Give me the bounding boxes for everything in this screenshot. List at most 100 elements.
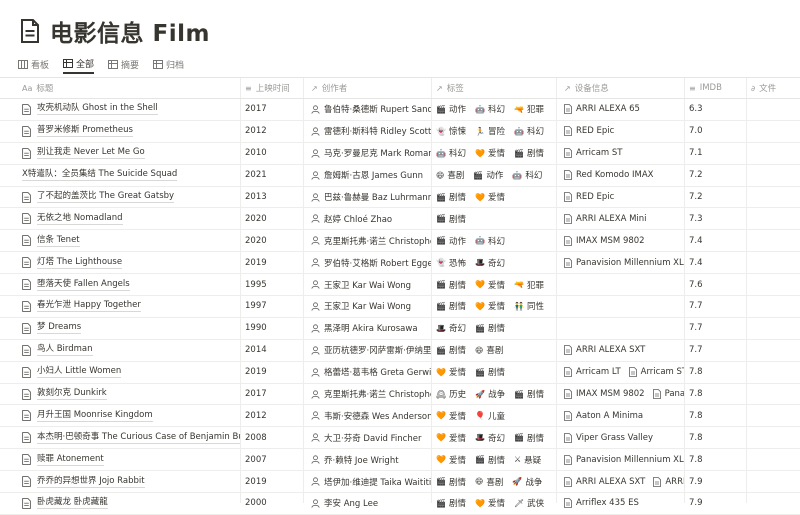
column-header-tags[interactable]: ↗ 标签 xyxy=(431,78,556,99)
creator-name[interactable]: 罗伯特·艾格斯 Robert Eggers xyxy=(324,257,431,269)
imdb-cell[interactable]: 7.4 xyxy=(684,252,746,273)
title-cell[interactable]: X特遣队：全员集结 The Suicide Squad xyxy=(0,165,240,186)
tag-chip[interactable]: 🤖 科幻 xyxy=(475,103,505,116)
tags-cell[interactable]: 🎬 剧情 😄 喜剧 xyxy=(431,340,556,361)
tags-cell[interactable]: 🎬 剧情 🧡 爱情 xyxy=(431,187,556,208)
tags-cell[interactable]: 👻 惊悚 🏃 冒险 🤖 科幻 xyxy=(431,121,556,142)
film-title[interactable]: 攻壳机动队 Ghost in the Shell xyxy=(37,103,158,116)
tag-chip[interactable]: 🏃 冒险 xyxy=(475,125,505,138)
tab-summary[interactable]: 摘要 xyxy=(108,55,139,73)
table-row[interactable]: 敦刻尔克 Dunkirk 2017 克里斯托弗·诺兰 Christopher Nol… xyxy=(0,384,800,406)
creator-name[interactable]: 黑泽明 Akira Kurosawa xyxy=(324,322,418,334)
tags-cell[interactable]: 🎬 剧情 🧡 爱情 🔫 犯罪 xyxy=(431,274,556,295)
device-link[interactable]: IMAX MSM 9802 xyxy=(564,389,645,399)
device-cell[interactable]: Panavision Millennium XL2 xyxy=(556,449,684,470)
tag-chip[interactable]: 🕰 历史 xyxy=(436,388,466,401)
device-link[interactable]: ARRI ALEXA Mini xyxy=(564,214,647,224)
tags-cell[interactable]: 🎬 剧情 😄 喜剧 🚀 战争 xyxy=(431,471,556,492)
year-cell[interactable]: 2019 xyxy=(240,362,303,383)
imdb-cell[interactable]: 7.8 xyxy=(684,449,746,470)
imdb-cell[interactable]: 7.7 xyxy=(684,318,746,339)
tag-chip[interactable]: 🎬 动作 xyxy=(436,235,466,247)
creator-name[interactable]: 克里斯托弗·诺兰 Christopher Nolan xyxy=(324,235,431,247)
file-cell[interactable] xyxy=(746,121,800,142)
imdb-cell[interactable]: 7.3 xyxy=(684,208,746,229)
table-row[interactable]: 鸟人 Birdman 2014 亚历杭德罗·冈萨雷斯·伊纳里图 🎬 剧情 😄 喜剧 ARRI … xyxy=(0,340,800,362)
tag-chip[interactable]: 🎬 剧情 xyxy=(436,300,466,313)
film-title[interactable]: 乔乔的异想世界 Jojo Rabbit xyxy=(37,476,145,488)
tags-cell[interactable]: 🧡 爱情 🎬 剧情 ⚔ 悬疑 xyxy=(431,449,556,470)
creator-name[interactable]: 大卫·芬奇 David Fincher xyxy=(324,432,421,444)
device-cell[interactable] xyxy=(556,274,684,295)
film-title[interactable]: 月升王国 Moonrise Kingdom xyxy=(37,410,153,422)
tag-chip[interactable]: 🎩 奇幻 xyxy=(436,322,466,335)
title-cell[interactable]: 月升王国 Moonrise Kingdom xyxy=(0,405,240,426)
creator-name[interactable]: 马克·罗曼尼克 Mark Romanek xyxy=(324,147,431,159)
file-cell[interactable] xyxy=(746,405,800,426)
creator-cell[interactable]: 黑泽明 Akira Kurosawa xyxy=(303,318,431,339)
tags-cell[interactable]: 🎩 奇幻 🎬 剧情 xyxy=(431,318,556,339)
creator-cell[interactable]: 罗伯特·艾格斯 Robert Eggers xyxy=(303,252,431,273)
device-cell[interactable]: Aaton A Minima xyxy=(556,405,684,426)
year-cell[interactable]: 2020 xyxy=(240,230,303,251)
file-cell[interactable] xyxy=(746,274,800,295)
imdb-cell[interactable]: 6.3 xyxy=(684,99,746,120)
tags-cell[interactable]: 😄 喜剧 🎬 动作 🤖 科幻 xyxy=(431,165,556,186)
device-link[interactable]: ARRI ALEXA 65 xyxy=(564,104,640,114)
film-title[interactable]: 鸟人 Birdman xyxy=(37,344,93,357)
device-cell[interactable]: ARRI ALEXA Mini xyxy=(556,208,684,229)
file-cell[interactable] xyxy=(746,208,800,229)
file-cell[interactable] xyxy=(746,296,800,317)
imdb-cell[interactable]: 7.9 xyxy=(684,471,746,492)
tag-chip[interactable]: 🗡 武侠 xyxy=(514,497,544,510)
creator-name[interactable]: 雷德利·斯科特 Ridley Scott xyxy=(324,125,431,137)
creator-cell[interactable]: 巴兹·鲁赫曼 Baz Luhrmann xyxy=(303,187,431,208)
creator-name[interactable]: 李安 Ang Lee xyxy=(324,497,378,509)
tag-chip[interactable]: 🧡 爱情 xyxy=(436,366,466,379)
title-cell[interactable]: 梦 Dreams xyxy=(0,318,240,339)
device-link[interactable]: Arricam ST xyxy=(628,367,684,377)
creator-name[interactable]: 王家卫 Kar Wai Wong xyxy=(324,279,411,291)
tag-chip[interactable]: 👻 惊悚 xyxy=(436,125,466,138)
tag-chip[interactable]: 🎬 剧情 xyxy=(436,344,466,357)
tag-chip[interactable]: 🧡 爱情 xyxy=(475,191,505,204)
file-cell[interactable] xyxy=(746,427,800,448)
imdb-cell[interactable]: 7.2 xyxy=(684,165,746,186)
file-cell[interactable] xyxy=(746,471,800,492)
table-row[interactable]: 春光乍泄 Happy Together 1997 王家卫 Kar Wai Wong 🎬… xyxy=(0,296,800,318)
tag-chip[interactable]: 🤖 科幻 xyxy=(475,235,505,247)
film-title[interactable]: 春光乍泄 Happy Together xyxy=(37,300,141,313)
creator-name[interactable]: 王家卫 Kar Wai Wong xyxy=(324,300,411,312)
creator-name[interactable]: 巴兹·鲁赫曼 Baz Luhrmann xyxy=(324,191,431,203)
device-link[interactable]: Panavision Millennium XL2 xyxy=(564,258,684,268)
tag-chip[interactable]: 🎬 剧情 xyxy=(436,191,466,204)
year-cell[interactable]: 2007 xyxy=(240,449,303,470)
tags-cell[interactable]: 🎬 动作 🤖 科幻 xyxy=(431,230,556,251)
file-cell[interactable] xyxy=(746,230,800,251)
title-cell[interactable]: 小妇人 Little Women xyxy=(0,362,240,383)
tag-chip[interactable]: 🧡 爱情 xyxy=(475,497,505,510)
title-cell[interactable]: 别让我走 Never Let Me Go xyxy=(0,143,240,164)
title-cell[interactable]: 信条 Tenet xyxy=(0,230,240,251)
file-cell[interactable] xyxy=(746,384,800,405)
table-row[interactable]: 信条 Tenet2020克里斯托弗·诺兰 Christopher Nolan🎬动… xyxy=(0,230,800,253)
year-cell[interactable]: 2019 xyxy=(240,252,303,273)
tags-cell[interactable]: 🧡 爱情 🎩 奇幻 🎬 剧情 xyxy=(431,427,556,448)
year-cell[interactable]: 2000 xyxy=(240,493,303,514)
title-cell[interactable]: 攻壳机动队 Ghost in the Shell xyxy=(0,99,240,120)
tag-chip[interactable]: 👬 同性 xyxy=(514,300,544,313)
device-link[interactable]: Aaton A Minima xyxy=(564,411,643,421)
creator-cell[interactable]: 克里斯托弗·诺兰 Christopher Nolan xyxy=(303,384,431,405)
imdb-cell[interactable]: 7.8 xyxy=(684,362,746,383)
tags-cell[interactable]: 👻 恐怖 🎩 奇幻 xyxy=(431,252,556,273)
device-link[interactable]: Panavision xyxy=(652,389,684,399)
tag-chip[interactable]: 😄 喜剧 xyxy=(475,344,503,357)
tag-chip[interactable]: 🎬 剧情 xyxy=(514,388,544,401)
title-cell[interactable]: 普罗米修斯 Prometheus xyxy=(0,121,240,142)
year-cell[interactable]: 2017 xyxy=(240,384,303,405)
file-cell[interactable] xyxy=(746,340,800,361)
device-cell[interactable]: Viper Grass Valley xyxy=(556,427,684,448)
device-link[interactable]: RED Epic xyxy=(564,126,614,136)
creator-cell[interactable]: 克里斯托弗·诺兰 Christopher Nolan xyxy=(303,230,431,251)
tag-chip[interactable]: 🎬 剧情 xyxy=(436,497,466,510)
